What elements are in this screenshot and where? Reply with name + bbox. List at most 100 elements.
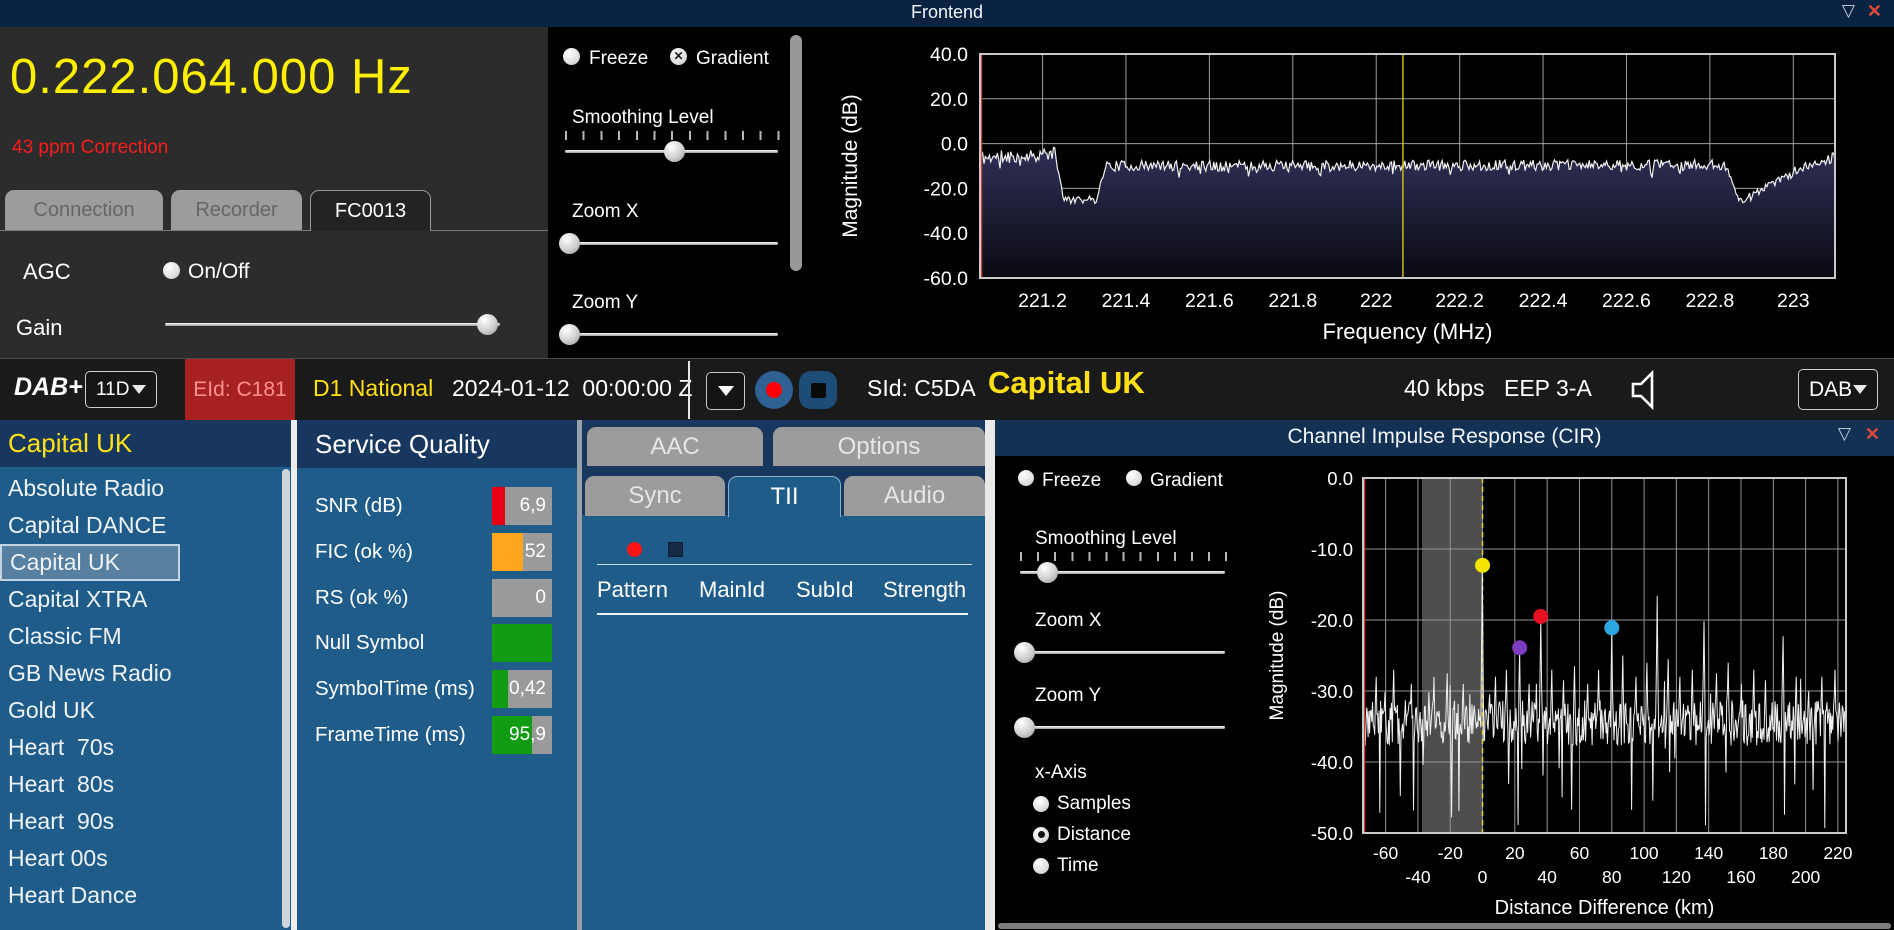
tab-fc0013[interactable]: FC0013 — [310, 190, 431, 231]
zoom-x-slider[interactable] — [559, 233, 778, 254]
cir-gradient-radio[interactable] — [1126, 470, 1142, 486]
cir-zoom-y-label: Zoom Y — [1035, 685, 1102, 706]
collapse-icon[interactable]: ▽ — [1838, 424, 1851, 445]
cir-freeze-radio[interactable] — [1018, 470, 1034, 486]
channel-select[interactable]: 11D — [85, 371, 157, 408]
window-title: Frontend — [910, 2, 984, 22]
zoom-y-slider[interactable] — [559, 324, 778, 345]
svg-text:Magnitude (dB): Magnitude (dB) — [839, 94, 862, 238]
svg-text:222: 222 — [1360, 290, 1393, 312]
app-window: Frontend ▽ ✕ 0.222.064.000 Hz 43 ppm Cor… — [0, 0, 1894, 930]
tii-table-headers: Pattern MainId SubId Strength — [582, 577, 985, 611]
radio-time[interactable] — [1033, 857, 1049, 874]
bar-divider — [688, 361, 690, 419]
record-options-button[interactable] — [706, 372, 745, 410]
tab-tii[interactable]: TII — [728, 476, 841, 517]
service-list-item[interactable]: Capital UK — [0, 544, 180, 581]
chevron-down-icon — [132, 385, 146, 394]
tab-options[interactable]: Options — [773, 427, 985, 466]
close-icon[interactable]: ✕ — [1865, 424, 1880, 445]
svg-text:40: 40 — [1537, 867, 1557, 887]
tab-aac[interactable]: AAC — [587, 427, 763, 466]
svg-text:20: 20 — [1505, 843, 1525, 863]
quality-metric-bar: 52 — [492, 532, 552, 571]
ensemble-id-badge: EId: C181 — [185, 359, 295, 420]
cir-plot: 0.0 -10.0 -20.0 -30.0 -40.0 -50.0 -60 -40 -20 0 20… — [1267, 468, 1853, 919]
zoom-y-label: Zoom Y — [572, 292, 639, 313]
output-mode-select[interactable]: DAB — [1798, 369, 1878, 410]
cir-zoom-x-slider[interactable] — [1014, 642, 1225, 663]
gain-slider[interactable] — [165, 314, 500, 335]
svg-text:220: 220 — [1823, 843, 1852, 863]
gain-label: Gain — [16, 315, 63, 340]
svg-text:-60: -60 — [1373, 843, 1399, 863]
column-header-subid: SubId — [796, 577, 854, 602]
svg-text:0.0: 0.0 — [1327, 468, 1353, 489]
svg-text:-50.0: -50.0 — [1311, 823, 1353, 844]
svg-text:-20.0: -20.0 — [1311, 610, 1353, 631]
column-header-pattern: Pattern — [597, 577, 668, 602]
svg-text:0.0: 0.0 — [941, 134, 968, 156]
service-list-scrollbar[interactable] — [282, 469, 290, 928]
agc-radio[interactable] — [163, 262, 180, 279]
selected-service-header: Capital UK — [0, 420, 291, 467]
quality-metric-bar: 0 — [492, 578, 552, 617]
quality-row: FrameTime (ms) 95,9 — [297, 716, 577, 754]
service-list-item[interactable]: Classic FM — [0, 618, 279, 655]
tab-connection[interactable]: Connection — [5, 190, 163, 230]
collapse-icon[interactable]: ▽ — [1842, 1, 1855, 22]
service-id: SId: C5DA — [867, 375, 976, 401]
record-button[interactable] — [755, 371, 793, 409]
cir-horizontal-scrollbar[interactable] — [998, 923, 1891, 929]
service-list-item[interactable]: Heart 80s — [0, 766, 279, 803]
cir-titlebar: Channel Impulse Response (CIR) ▽ ✕ — [995, 420, 1894, 456]
tab-recorder[interactable]: Recorder — [171, 190, 302, 230]
quality-metric-value: 0 — [535, 586, 546, 608]
svg-text:222.8: 222.8 — [1685, 290, 1734, 312]
gradient-checkbox[interactable]: ✕ — [670, 48, 687, 65]
quality-metric-label: FrameTime (ms) — [315, 723, 466, 746]
bitrate-label: 40 kbps — [1404, 375, 1485, 401]
service-list-item[interactable]: Heart Dance — [0, 877, 279, 914]
smoothing-tick-marks — [565, 131, 780, 140]
cir-smoothing-tick-marks — [1020, 552, 1227, 561]
service-list-item[interactable]: Heart 90s — [0, 803, 279, 840]
svg-text:221.6: 221.6 — [1185, 290, 1234, 312]
cir-freeze-label: Freeze — [1042, 470, 1102, 491]
dab-status-bar: DAB+ 11D EId: C181 D1 National 2024-01-1… — [0, 358, 1894, 420]
stop-button[interactable] — [799, 371, 837, 409]
cir-smoothing-slider[interactable] — [1020, 562, 1225, 583]
service-list-item[interactable]: Heart 70s — [0, 729, 279, 766]
quality-bar-fill — [492, 624, 552, 663]
speaker-icon[interactable] — [1630, 369, 1666, 411]
svg-text:200: 200 — [1791, 867, 1820, 887]
frontend-titlebar: Frontend ▽ ✕ — [0, 0, 1894, 27]
freeze-radio[interactable] — [563, 48, 580, 65]
cir-zoom-y-slider[interactable] — [1014, 717, 1225, 738]
quality-metric-label: SymbolTime (ms) — [315, 677, 475, 701]
divider — [597, 564, 972, 565]
tab-audio[interactable]: Audio — [844, 476, 985, 516]
cir-panel: Channel Impulse Response (CIR) ▽ ✕ Freez… — [995, 420, 1894, 930]
radio-samples[interactable] — [1033, 795, 1049, 812]
service-list-item[interactable]: GB News Radio — [0, 655, 279, 692]
controls-scrollbar[interactable] — [790, 35, 802, 271]
service-list-item[interactable]: Gold UK — [0, 692, 279, 729]
service-quality-title: Service Quality — [297, 420, 577, 468]
radio-distance[interactable] — [1033, 826, 1049, 843]
service-list-item[interactable]: Capital XTRA — [0, 581, 279, 618]
service-list-item[interactable]: Absolute Radio — [0, 470, 279, 507]
tab-sync[interactable]: Sync — [585, 476, 725, 516]
smoothing-level-slider[interactable] — [565, 141, 778, 162]
table-header-underline — [597, 613, 968, 615]
decoder-tabs-bottom: Sync TII Audio — [585, 476, 985, 517]
svg-text:140: 140 — [1694, 843, 1723, 863]
close-icon[interactable]: ✕ — [1867, 1, 1882, 22]
service-list-item[interactable]: Heart 00s — [0, 840, 279, 877]
xaxis-option-row: Time — [1033, 850, 1131, 881]
svg-text:-40.0: -40.0 — [1311, 752, 1353, 773]
gradient-label: Gradient — [696, 48, 769, 69]
service-list-item[interactable]: Capital DANCE — [0, 507, 279, 544]
frequency-display: 0.222.064.000 Hz — [10, 49, 413, 105]
panel-divider[interactable] — [985, 420, 995, 930]
